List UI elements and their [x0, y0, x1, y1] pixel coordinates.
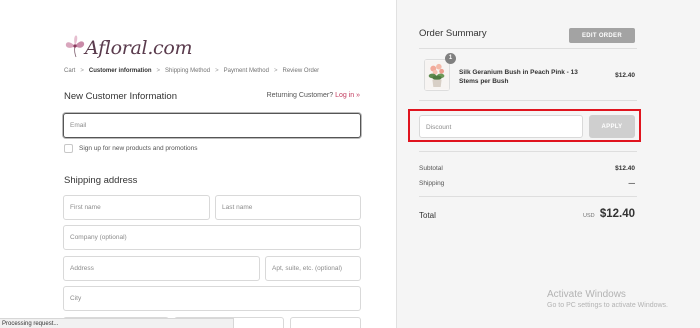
subtotal-value: $12.40 — [615, 165, 635, 172]
customer-info-title: New Customer Information — [64, 91, 177, 102]
activate-windows-watermark: Activate Windows Go to PC settings to ac… — [547, 289, 668, 309]
order-summary-panel: Order Summary EDIT ORDER 1 Silk Geranium… — [396, 0, 700, 328]
divider — [419, 151, 637, 152]
chevron-right-icon: > — [215, 68, 219, 74]
shipping-label: Shipping — [419, 180, 445, 187]
watermark-title: Activate Windows — [547, 289, 626, 300]
last-name-input[interactable] — [216, 196, 360, 219]
divider — [419, 196, 637, 197]
city-field[interactable] — [63, 286, 361, 311]
first-name-field[interactable] — [63, 195, 210, 220]
company-field[interactable] — [63, 225, 361, 250]
returning-customer-label: Returning Customer? — [266, 92, 334, 99]
address-input[interactable] — [64, 257, 259, 280]
product-thumbnail — [424, 59, 450, 91]
signup-checkbox[interactable] — [64, 144, 73, 153]
apt-input[interactable] — [266, 257, 360, 280]
product-name: Silk Geranium Bush in Peach Pink - 13 St… — [459, 69, 578, 85]
shipping-address-title: Shipping address — [64, 175, 138, 186]
city-input[interactable] — [64, 287, 360, 310]
last-name-field[interactable] — [215, 195, 361, 220]
breadcrumb-customer-information: Customer information — [88, 68, 152, 74]
signup-checkbox-row[interactable]: Sign up for new products and promotions — [64, 144, 198, 153]
address-field[interactable] — [63, 256, 260, 281]
apply-discount-button[interactable]: APPLY — [589, 115, 635, 138]
returning-customer-text: Returning Customer? Log in » — [267, 92, 360, 99]
order-summary-title: Order Summary — [419, 28, 487, 39]
total-label: Total — [419, 211, 436, 220]
chevron-right-icon: > — [273, 68, 278, 74]
total-currency: USD — [583, 213, 595, 219]
orchid-logo-icon — [65, 35, 85, 58]
apt-field[interactable] — [265, 256, 361, 281]
breadcrumb-payment-method: Payment Method — [223, 68, 269, 74]
first-name-input[interactable] — [64, 196, 209, 219]
brand-name: Afloral.com — [85, 37, 193, 59]
edit-order-button[interactable]: EDIT ORDER — [569, 28, 635, 43]
discount-field[interactable] — [419, 115, 583, 138]
email-input[interactable] — [64, 114, 360, 137]
breadcrumb-review-order: Review Order — [282, 68, 320, 74]
checkout-main-panel: Afloral.com Cart > Customer information … — [0, 0, 396, 328]
discount-input[interactable] — [420, 117, 582, 138]
product-price: $12.40 — [615, 72, 635, 79]
login-link[interactable]: Log in » — [335, 92, 360, 99]
divider — [419, 48, 637, 49]
flower-pot-icon — [425, 60, 449, 90]
watermark-subtitle: Go to PC settings to activate Windows. — [547, 302, 668, 309]
total-value: $12.40 — [599, 208, 635, 220]
chevron-right-icon: > — [156, 68, 161, 74]
breadcrumb-cart[interactable]: Cart — [64, 68, 75, 74]
email-field[interactable] — [63, 113, 361, 138]
company-input[interactable] — [64, 226, 360, 249]
shipping-value: — — [628, 180, 636, 187]
zip-field[interactable] — [290, 317, 361, 328]
divider — [419, 100, 637, 101]
breadcrumb-shipping-method: Shipping Method — [165, 68, 211, 74]
breadcrumb: Cart > Customer information > Shipping M… — [64, 68, 319, 74]
browser-status-bar: Processing request... — [0, 318, 234, 328]
signup-label: Sign up for new products and promotions — [79, 145, 198, 152]
brand-logo[interactable]: Afloral.com — [63, 28, 193, 59]
subtotal-label: Subtotal — [419, 165, 443, 172]
quantity-badge: 1 — [445, 53, 456, 64]
chevron-right-icon: > — [80, 68, 84, 74]
